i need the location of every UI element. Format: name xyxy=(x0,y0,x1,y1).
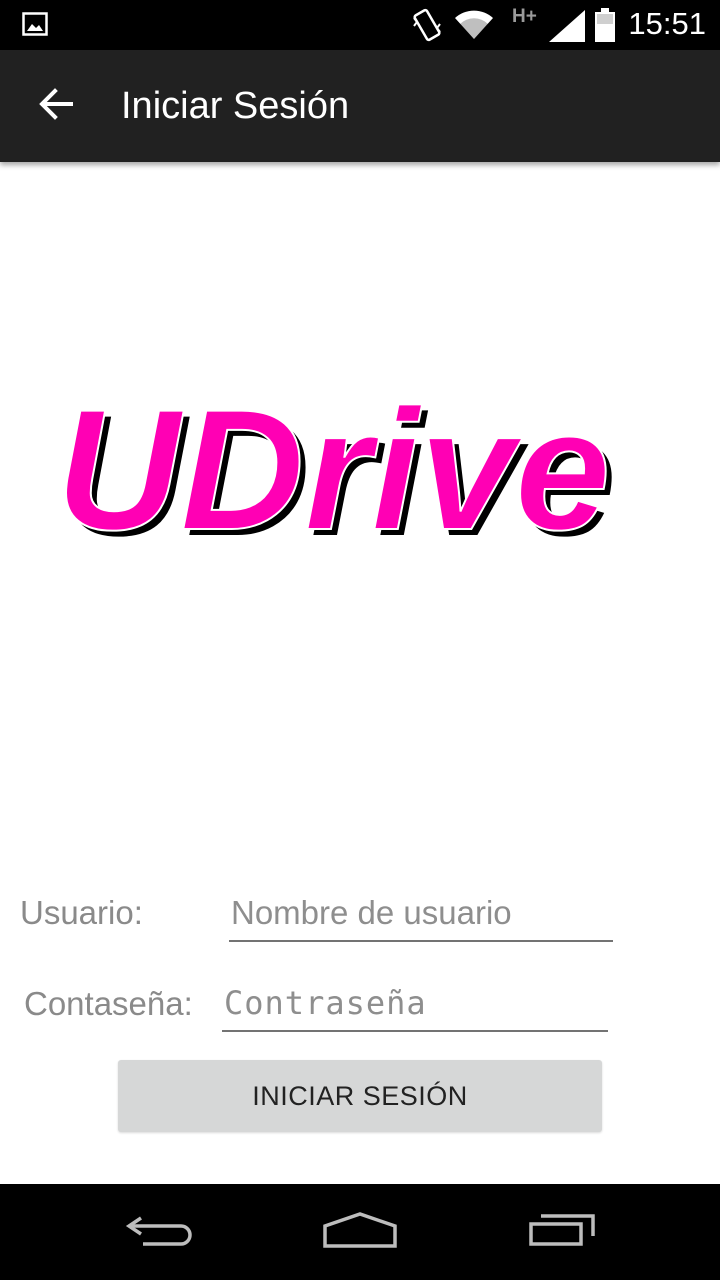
nav-home-button[interactable] xyxy=(310,1202,410,1262)
network-type-label: H+ xyxy=(512,6,537,27)
nav-home-icon xyxy=(322,1210,398,1254)
status-bar: H+ 15:51 xyxy=(0,0,720,50)
nav-back-button[interactable] xyxy=(110,1202,210,1262)
password-label: Contaseña: xyxy=(24,985,193,1022)
battery-icon xyxy=(594,8,616,46)
image-notification-icon xyxy=(22,12,48,40)
navigation-bar xyxy=(0,1184,720,1280)
nav-back-icon xyxy=(125,1210,195,1254)
app-toolbar: Iniciar Sesión xyxy=(0,50,720,162)
back-button[interactable] xyxy=(24,74,88,138)
username-input[interactable] xyxy=(229,890,613,942)
nav-recents-button[interactable] xyxy=(512,1202,612,1262)
nav-recents-icon xyxy=(527,1210,597,1254)
wifi-icon xyxy=(454,10,494,44)
page-title: Iniciar Sesión xyxy=(121,85,350,127)
status-clock: 15:51 xyxy=(628,6,706,41)
arrow-back-icon xyxy=(38,86,74,126)
login-button[interactable]: INICIAR SESIÓN xyxy=(118,1060,602,1132)
username-label: Usuario: xyxy=(20,894,143,931)
logo-text: UDrive xyxy=(56,395,610,565)
signal-icon xyxy=(549,10,585,46)
password-input[interactable] xyxy=(222,980,608,1032)
udrive-logo: UDrive UDrive xyxy=(50,373,710,572)
vibrate-icon xyxy=(412,8,442,46)
